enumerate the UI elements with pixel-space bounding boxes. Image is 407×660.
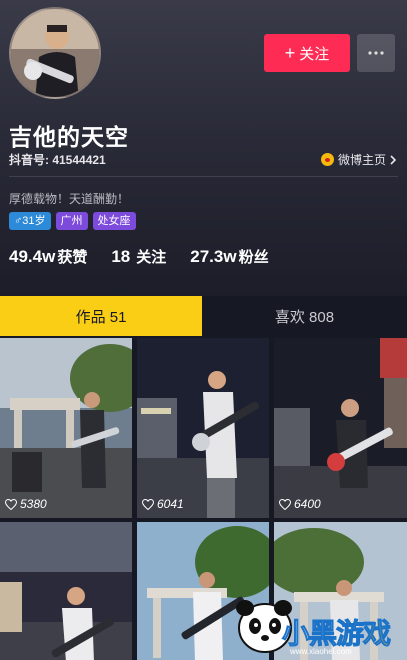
profile-bio: 厚德载物！天道酬勤！ bbox=[9, 192, 130, 206]
divider bbox=[9, 176, 398, 177]
heart-icon bbox=[279, 498, 291, 510]
heart-icon bbox=[5, 498, 17, 510]
watermark-text-accent: 游戏 bbox=[336, 618, 392, 650]
weibo-label: 微博主页 bbox=[337, 153, 386, 167]
follow-button[interactable]: + 关注 bbox=[264, 34, 350, 72]
douyin-id: 抖音号: 41544421 bbox=[9, 153, 106, 167]
video-thumbnail[interactable] bbox=[0, 522, 132, 660]
follow-label: 关注 bbox=[299, 45, 330, 63]
tab-works[interactable]: 作品 51 bbox=[0, 296, 202, 336]
following-label: 关注 bbox=[136, 249, 167, 266]
more-button[interactable] bbox=[357, 34, 395, 72]
watermark-url: www.xiaohei.com bbox=[290, 647, 352, 656]
weibo-link[interactable]: 微博主页 bbox=[320, 151, 397, 168]
video-thumbnail[interactable]: 6400 bbox=[274, 338, 407, 518]
watermark-text: 小黑游戏 bbox=[281, 612, 392, 652]
stat-likes: 49.4w 获赞 bbox=[9, 246, 87, 267]
like-count: 6400 bbox=[279, 497, 321, 511]
video-thumbnail-image bbox=[137, 338, 269, 518]
video-thumbnail-image bbox=[0, 522, 132, 660]
profile-tabs: 作品 51 喜欢 808 bbox=[0, 296, 407, 336]
tag-city: 广州 bbox=[55, 212, 88, 230]
tag-age: ♂31岁 bbox=[9, 212, 51, 230]
watermark-text-main: 小黑 bbox=[281, 618, 337, 650]
like-count: 5380 bbox=[5, 497, 47, 511]
like-count-value: 6400 bbox=[294, 497, 321, 511]
tab-likes[interactable]: 喜欢 808 bbox=[202, 296, 407, 336]
avatar-photo bbox=[11, 9, 99, 97]
likes-count: 49.4w bbox=[9, 247, 56, 266]
stat-following[interactable]: 18 关注 bbox=[111, 246, 166, 267]
chevron-right-icon bbox=[390, 154, 397, 165]
profile-tags: ♂31岁 广州 处女座 bbox=[9, 212, 136, 230]
like-count-value: 6041 bbox=[157, 497, 184, 511]
following-count: 18 bbox=[111, 247, 131, 266]
weibo-icon bbox=[320, 153, 334, 166]
more-dots-icon bbox=[368, 51, 384, 55]
stat-fans[interactable]: 27.3w 粉丝 bbox=[190, 246, 268, 267]
video-thumbnail[interactable]: 5380 bbox=[0, 338, 132, 518]
video-thumbnail-image bbox=[274, 338, 407, 518]
fans-label: 粉丝 bbox=[238, 249, 269, 266]
likes-label: 获赞 bbox=[57, 249, 88, 266]
video-thumbnail[interactable]: 6041 bbox=[137, 338, 269, 518]
heart-icon bbox=[142, 498, 154, 510]
plus-icon: + bbox=[284, 42, 296, 63]
like-count: 6041 bbox=[142, 497, 184, 511]
profile-name: 吉他的天空 bbox=[9, 124, 129, 150]
profile-stats: 49.4w 获赞 18 关注 27.3w 粉丝 bbox=[9, 246, 293, 267]
tag-zodiac: 处女座 bbox=[92, 212, 136, 230]
avatar[interactable] bbox=[9, 7, 101, 99]
video-thumbnail-image bbox=[0, 338, 132, 518]
like-count-value: 5380 bbox=[20, 497, 47, 511]
fans-count: 27.3w bbox=[190, 247, 237, 266]
